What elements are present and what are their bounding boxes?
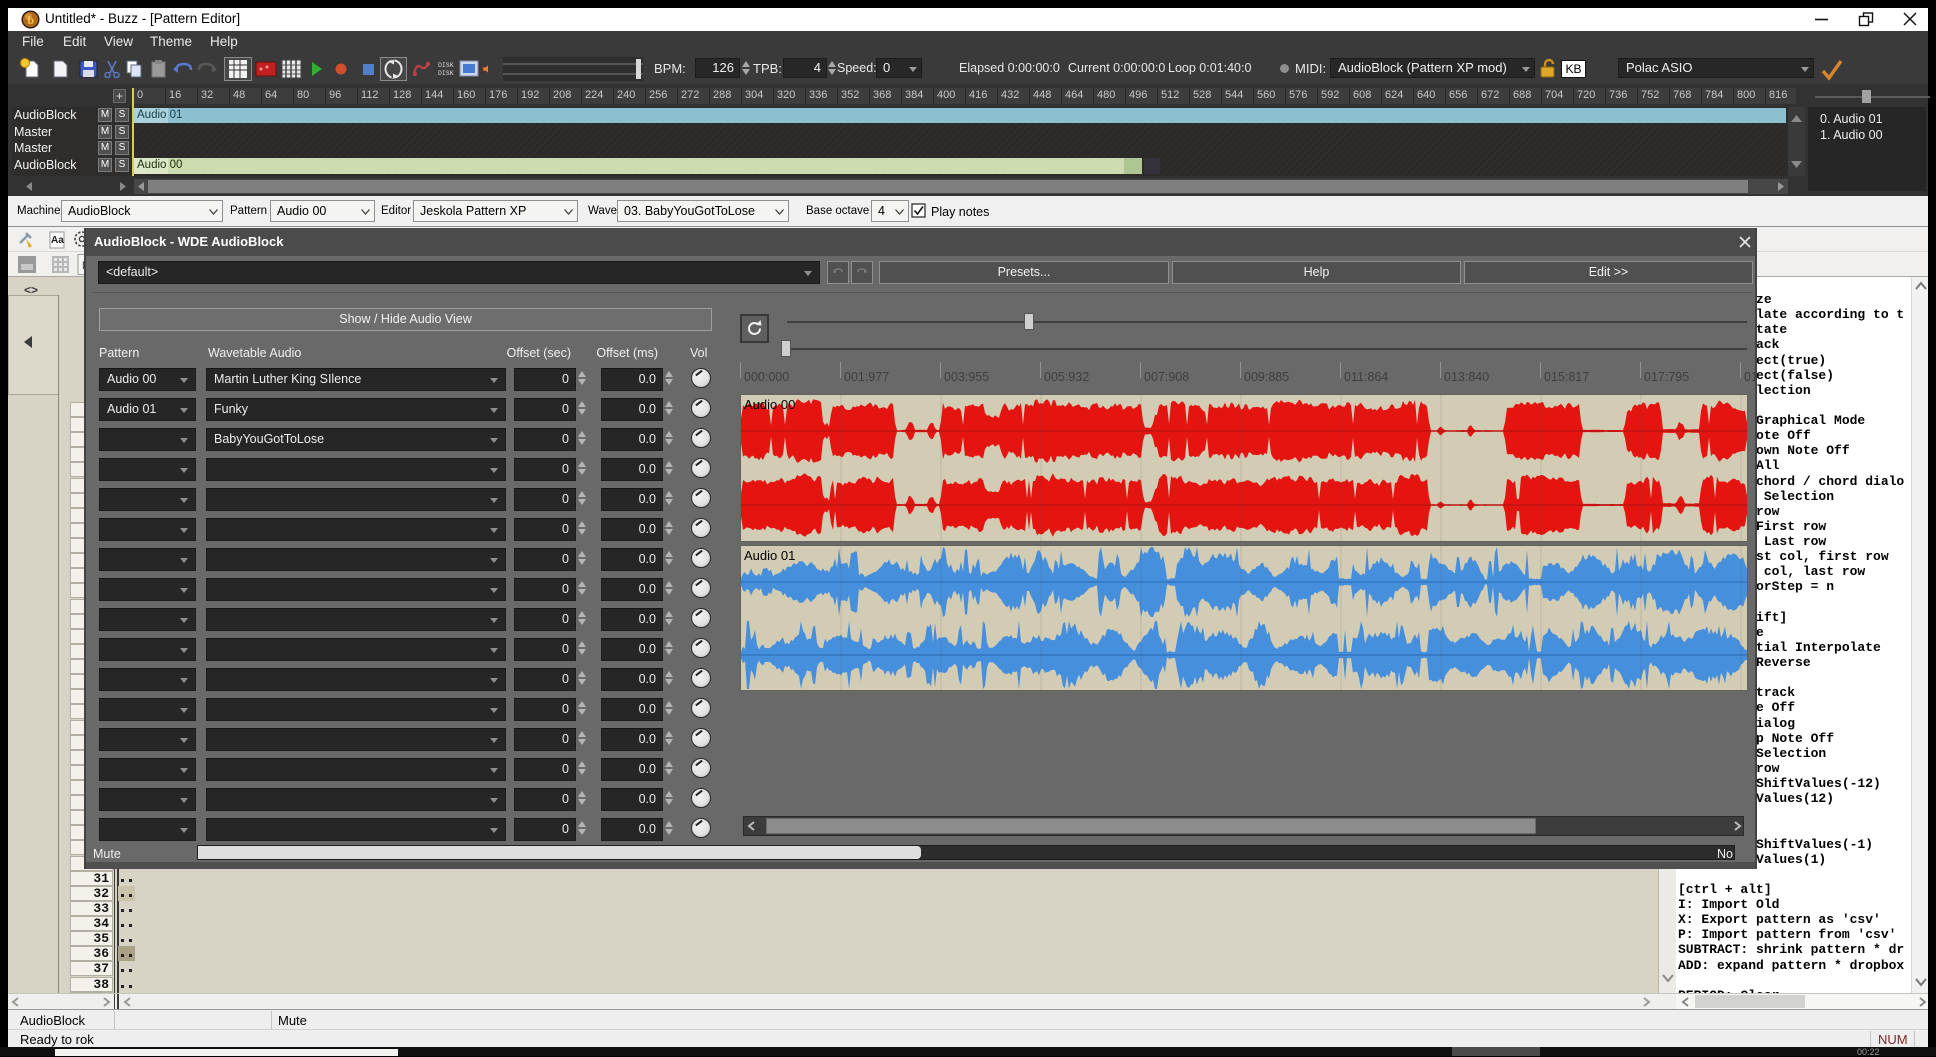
svg-text:DISK: DISK [438,62,454,69]
svg-text:DISK: DISK [438,70,454,77]
svg-text:Aa: Aa [51,235,64,246]
svg-text:b: b [27,13,34,27]
